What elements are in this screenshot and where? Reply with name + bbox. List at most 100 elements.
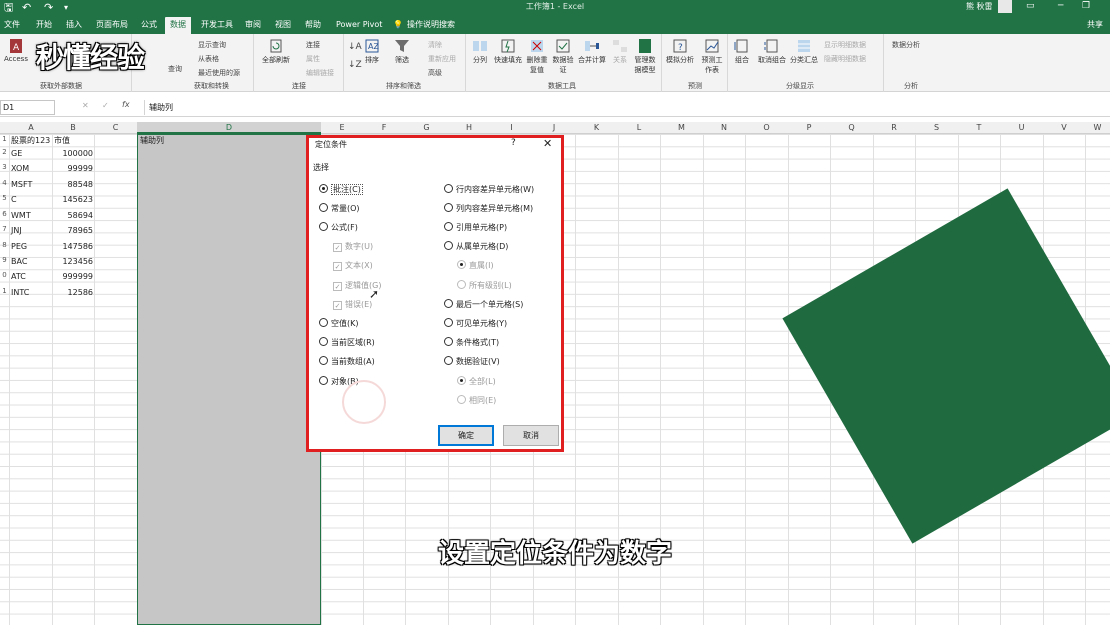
tell-me-icon[interactable]: 💡 — [393, 20, 403, 30]
row-header[interactable]: 0 — [0, 271, 9, 279]
hide-detail-button[interactable]: 隐藏明细数据 — [824, 54, 866, 64]
insert-function-icon[interactable]: fx — [122, 100, 130, 109]
checkbox-text[interactable]: ✓ 文本(X) — [333, 260, 373, 272]
column-header[interactable]: C — [94, 122, 137, 134]
option-visible-cells[interactable]: 可见单元格(Y) — [444, 318, 507, 330]
cell-a[interactable]: INTC — [11, 287, 29, 299]
row-header[interactable]: 8 — [0, 241, 9, 249]
column-header[interactable]: F — [363, 122, 405, 134]
tab-formulas[interactable]: 公式 — [141, 20, 157, 30]
remove-duplicates-button[interactable]: 删除重复值 — [526, 38, 548, 75]
cell-b[interactable]: 99999 — [52, 163, 93, 175]
tab-review[interactable]: 审阅 — [245, 20, 261, 30]
tab-view[interactable]: 视图 — [275, 20, 291, 30]
cancel-button[interactable]: 取消 — [503, 425, 559, 446]
column-header[interactable]: D — [137, 122, 321, 134]
advanced-button[interactable]: 高级 — [428, 68, 442, 78]
user-name[interactable]: 熊 秋雷 — [966, 1, 993, 12]
column-header[interactable]: A — [10, 122, 52, 134]
row-header[interactable]: 1 — [0, 135, 9, 143]
tab-insert[interactable]: 插入 — [66, 20, 82, 30]
data-validation-button[interactable]: 数据验证 — [552, 38, 574, 75]
cell-b[interactable]: 123456 — [52, 256, 93, 268]
row-header[interactable]: 5 — [0, 194, 9, 202]
flash-fill-button[interactable]: 快速填充 — [494, 38, 522, 65]
cell-b[interactable]: 12586 — [52, 287, 93, 299]
forecast-sheet-button[interactable]: 预测工作表 — [700, 38, 724, 75]
cell-a[interactable]: PEG — [11, 241, 27, 253]
cell-b[interactable]: 147586 — [52, 241, 93, 253]
minimize-icon[interactable]: ─ — [1058, 1, 1063, 11]
option-blanks[interactable]: 空值(K) — [319, 318, 359, 330]
column-header[interactable]: I — [490, 122, 533, 134]
column-header[interactable]: E — [321, 122, 363, 134]
clear-button[interactable]: 清除 — [428, 40, 442, 50]
option-validation-all[interactable]: 全部(L) — [457, 376, 496, 388]
sort-asc-icon[interactable]: ↓A — [348, 42, 362, 52]
cell-b[interactable]: 145623 — [52, 194, 93, 206]
column-header[interactable]: K — [575, 122, 618, 134]
option-formulas[interactable]: 公式(F) — [319, 222, 358, 234]
what-if-button[interactable]: ? 模拟分析 — [666, 38, 694, 65]
cell-a[interactable]: 股票的123 — [11, 135, 50, 147]
manage-data-model-button[interactable]: 管理数据模型 — [632, 38, 658, 75]
tab-file[interactable]: 文件 — [4, 20, 20, 30]
option-current-array[interactable]: 当前数组(A) — [319, 356, 375, 368]
column-header[interactable]: L — [618, 122, 660, 134]
column-header[interactable]: N — [703, 122, 745, 134]
consolidate-button[interactable]: 合并计算 — [578, 38, 606, 65]
formula-input[interactable]: 辅助列 — [144, 100, 1110, 115]
column-header[interactable]: W — [1085, 122, 1110, 134]
row-header[interactable]: 6 — [0, 210, 9, 218]
cell-a[interactable]: WMT — [11, 210, 31, 222]
tab-page-layout[interactable]: 页面布局 — [96, 20, 128, 30]
option-current-region[interactable]: 当前区域(R) — [319, 337, 375, 349]
tab-developer[interactable]: 开发工具 — [201, 20, 233, 30]
cell-b[interactable]: 58694 — [52, 210, 93, 222]
option-constants[interactable]: 常量(O) — [319, 203, 360, 215]
properties-button[interactable]: 属性 — [306, 54, 320, 64]
tell-me-search[interactable]: 操作说明搜索 — [407, 20, 455, 30]
help-icon[interactable]: ? — [511, 138, 516, 148]
column-header[interactable]: M — [660, 122, 703, 134]
option-last-cell[interactable]: 最后一个单元格(S) — [444, 299, 523, 311]
column-header[interactable]: S — [915, 122, 958, 134]
row-header[interactable]: 7 — [0, 225, 9, 233]
filter-button[interactable]: 筛选 — [394, 38, 410, 65]
option-validation-same[interactable]: 相同(E) — [457, 395, 496, 407]
option-comments[interactable]: 批注(C) — [319, 184, 363, 196]
row-header[interactable]: 4 — [0, 179, 9, 187]
option-all-levels[interactable]: 所有级别(L) — [457, 280, 512, 292]
column-header[interactable]: U — [1000, 122, 1043, 134]
column-header[interactable]: H — [448, 122, 490, 134]
tab-home[interactable]: 开始 — [36, 20, 52, 30]
column-header[interactable]: O — [745, 122, 788, 134]
cell-d1[interactable]: 辅助列 — [140, 135, 164, 147]
connections-button[interactable]: 连接 — [306, 40, 320, 50]
cell-a[interactable]: GE — [11, 148, 22, 160]
data-analysis-button[interactable]: 数据分析 — [892, 40, 920, 50]
edit-links-button[interactable]: 编辑链接 — [306, 68, 334, 78]
cell-a[interactable]: MSFT — [11, 179, 32, 191]
column-header[interactable]: P — [788, 122, 830, 134]
option-data-validation[interactable]: 数据验证(V) — [444, 356, 500, 368]
column-header[interactable]: B — [52, 122, 94, 134]
sort-desc-icon[interactable]: ↓Z — [348, 60, 362, 70]
row-header[interactable]: 1 — [0, 287, 9, 295]
column-header[interactable]: T — [958, 122, 1000, 134]
enter-icon[interactable]: ✓ — [102, 101, 109, 110]
column-header[interactable]: V — [1043, 122, 1085, 134]
close-icon[interactable]: ✕ — [543, 137, 552, 150]
avatar[interactable] — [998, 0, 1012, 13]
cell-a[interactable]: ATC — [11, 271, 26, 283]
text-to-columns-button[interactable]: 分列 — [472, 38, 488, 65]
option-row-differences[interactable]: 行内容差异单元格(W) — [444, 184, 534, 196]
tab-data[interactable]: 数据 — [165, 17, 191, 34]
cell-a[interactable]: JNJ — [11, 225, 22, 237]
column-header[interactable]: Q — [830, 122, 873, 134]
option-precedents[interactable]: 引用单元格(P) — [444, 222, 507, 234]
refresh-all-button[interactable]: 全部刷新 — [262, 38, 290, 65]
cell-b[interactable]: 市值 — [54, 135, 70, 147]
cancel-entry-icon[interactable]: ✕ — [82, 101, 89, 110]
subtotal-button[interactable]: 分类汇总 — [790, 38, 818, 65]
